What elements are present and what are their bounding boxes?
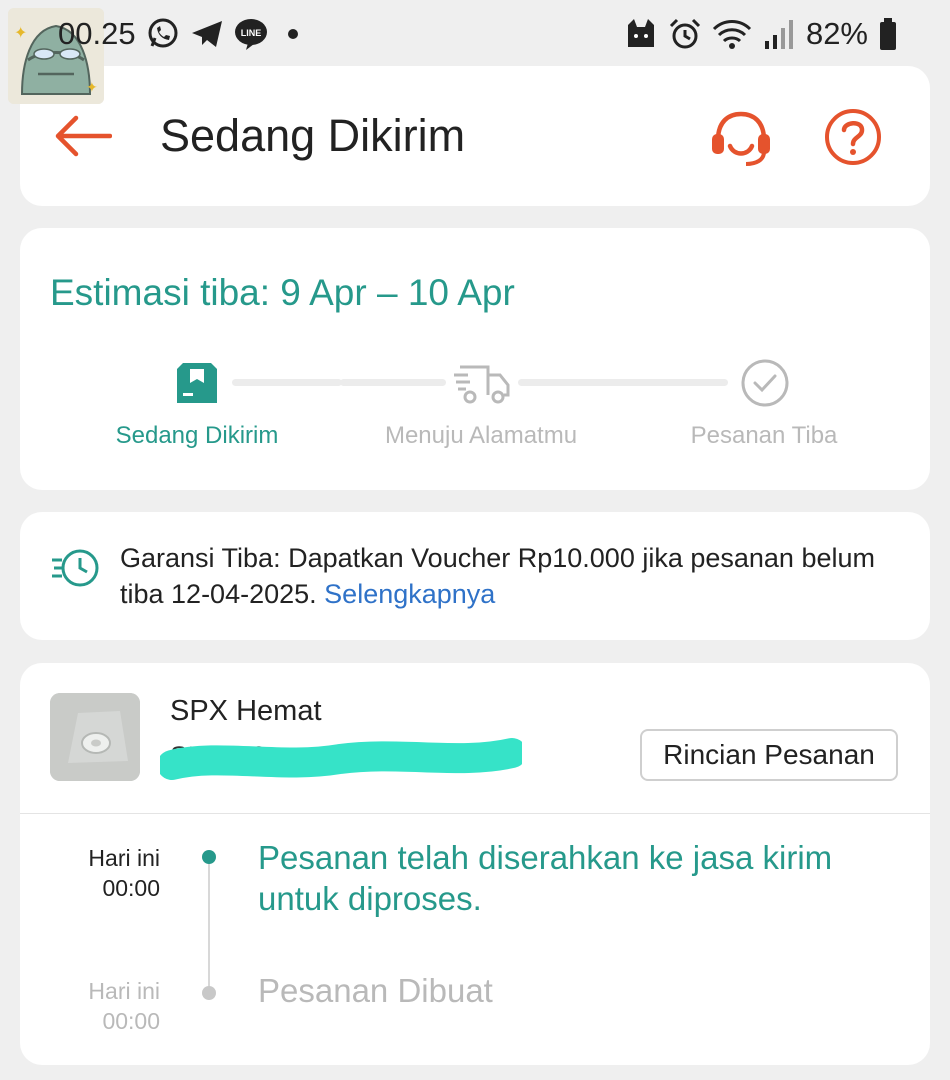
timeline-day: Hari ini (88, 845, 160, 871)
see-more-link[interactable]: Selengkapnya (324, 579, 495, 609)
timeline-line (208, 856, 210, 988)
svg-text:✦: ✦ (86, 79, 98, 95)
step-label-on-the-way: Menuju Alamatmu (384, 422, 578, 449)
step-label-shipping: Sedang Dikirim (115, 422, 279, 449)
status-right: 82% (624, 16, 898, 52)
status-bar: ✦ ✦ 00.25 LINE 82% (0, 0, 950, 104)
progress-line (232, 379, 342, 386)
line-icon: LINE (234, 19, 267, 50)
clock: 00.25 (58, 16, 136, 51)
timeline-time: 00:00 (102, 875, 160, 901)
package-icon (177, 363, 217, 403)
svg-text:LINE: LINE (240, 28, 261, 38)
help-icon[interactable] (824, 108, 882, 166)
telegram-icon (191, 21, 222, 47)
progress-line (518, 379, 728, 386)
whatsapp-icon (148, 18, 178, 48)
redaction-scribble (160, 738, 522, 780)
notification-dot (287, 29, 298, 39)
timeline-dot (202, 986, 216, 1000)
guarantee-text: Garansi Tiba: Dapatkan Voucher Rp10.000 … (120, 540, 900, 612)
guarantee-message: Garansi Tiba: Dapatkan Voucher Rp10.000 … (120, 543, 875, 609)
estimate-card: Estimasi tiba: 9 Apr – 10 Apr Sedang Dik… (20, 228, 930, 490)
tracking-card: SPX Hemat SPXID0 Rincian Pesanan Hari in… (20, 663, 930, 1065)
battery-percent: 82% (805, 16, 868, 51)
timeline-dot-active (202, 850, 216, 864)
page-title: Sedang Dikirim (160, 110, 466, 161)
order-details-button[interactable]: Rincian Pesanan (640, 729, 898, 781)
timeline-day: Hari ini (88, 978, 160, 1004)
status-left: 00.25 LINE (58, 16, 298, 52)
cat-icon (627, 19, 654, 47)
signal-icon (764, 20, 793, 49)
guarantee-card: Garansi Tiba: Dapatkan Voucher Rp10.000 … (20, 512, 930, 640)
step-label-arrived: Pesanan Tiba (690, 422, 838, 449)
svg-text:✦: ✦ (14, 25, 27, 42)
courier-name: SPX Hemat (170, 695, 322, 727)
delivery-truck-icon (454, 365, 510, 404)
timeline-event: Pesanan Dibuat (258, 972, 493, 1009)
battery-icon (880, 18, 896, 50)
estimated-arrival: Estimasi tiba: 9 Apr – 10 Apr (50, 272, 515, 313)
timeline-time: 00:00 (102, 1008, 160, 1034)
timeline-date: Hari ini 00:00 (20, 843, 160, 903)
customer-support-icon[interactable] (710, 108, 772, 168)
timeline-date: Hari ini 00:00 (20, 976, 160, 1036)
product-thumbnail (50, 693, 140, 781)
divider (20, 813, 930, 814)
progress-line (340, 379, 446, 386)
fast-delivery-clock-icon (52, 549, 99, 587)
timeline-event: Pesanan telah diserahkan ke jasa kirim u… (258, 839, 833, 917)
header-card: Sedang Dikirim (20, 66, 930, 206)
wifi-icon (712, 20, 752, 49)
alarm-icon (669, 18, 701, 49)
back-arrow-icon[interactable] (54, 114, 112, 158)
check-circle-icon (741, 359, 789, 407)
